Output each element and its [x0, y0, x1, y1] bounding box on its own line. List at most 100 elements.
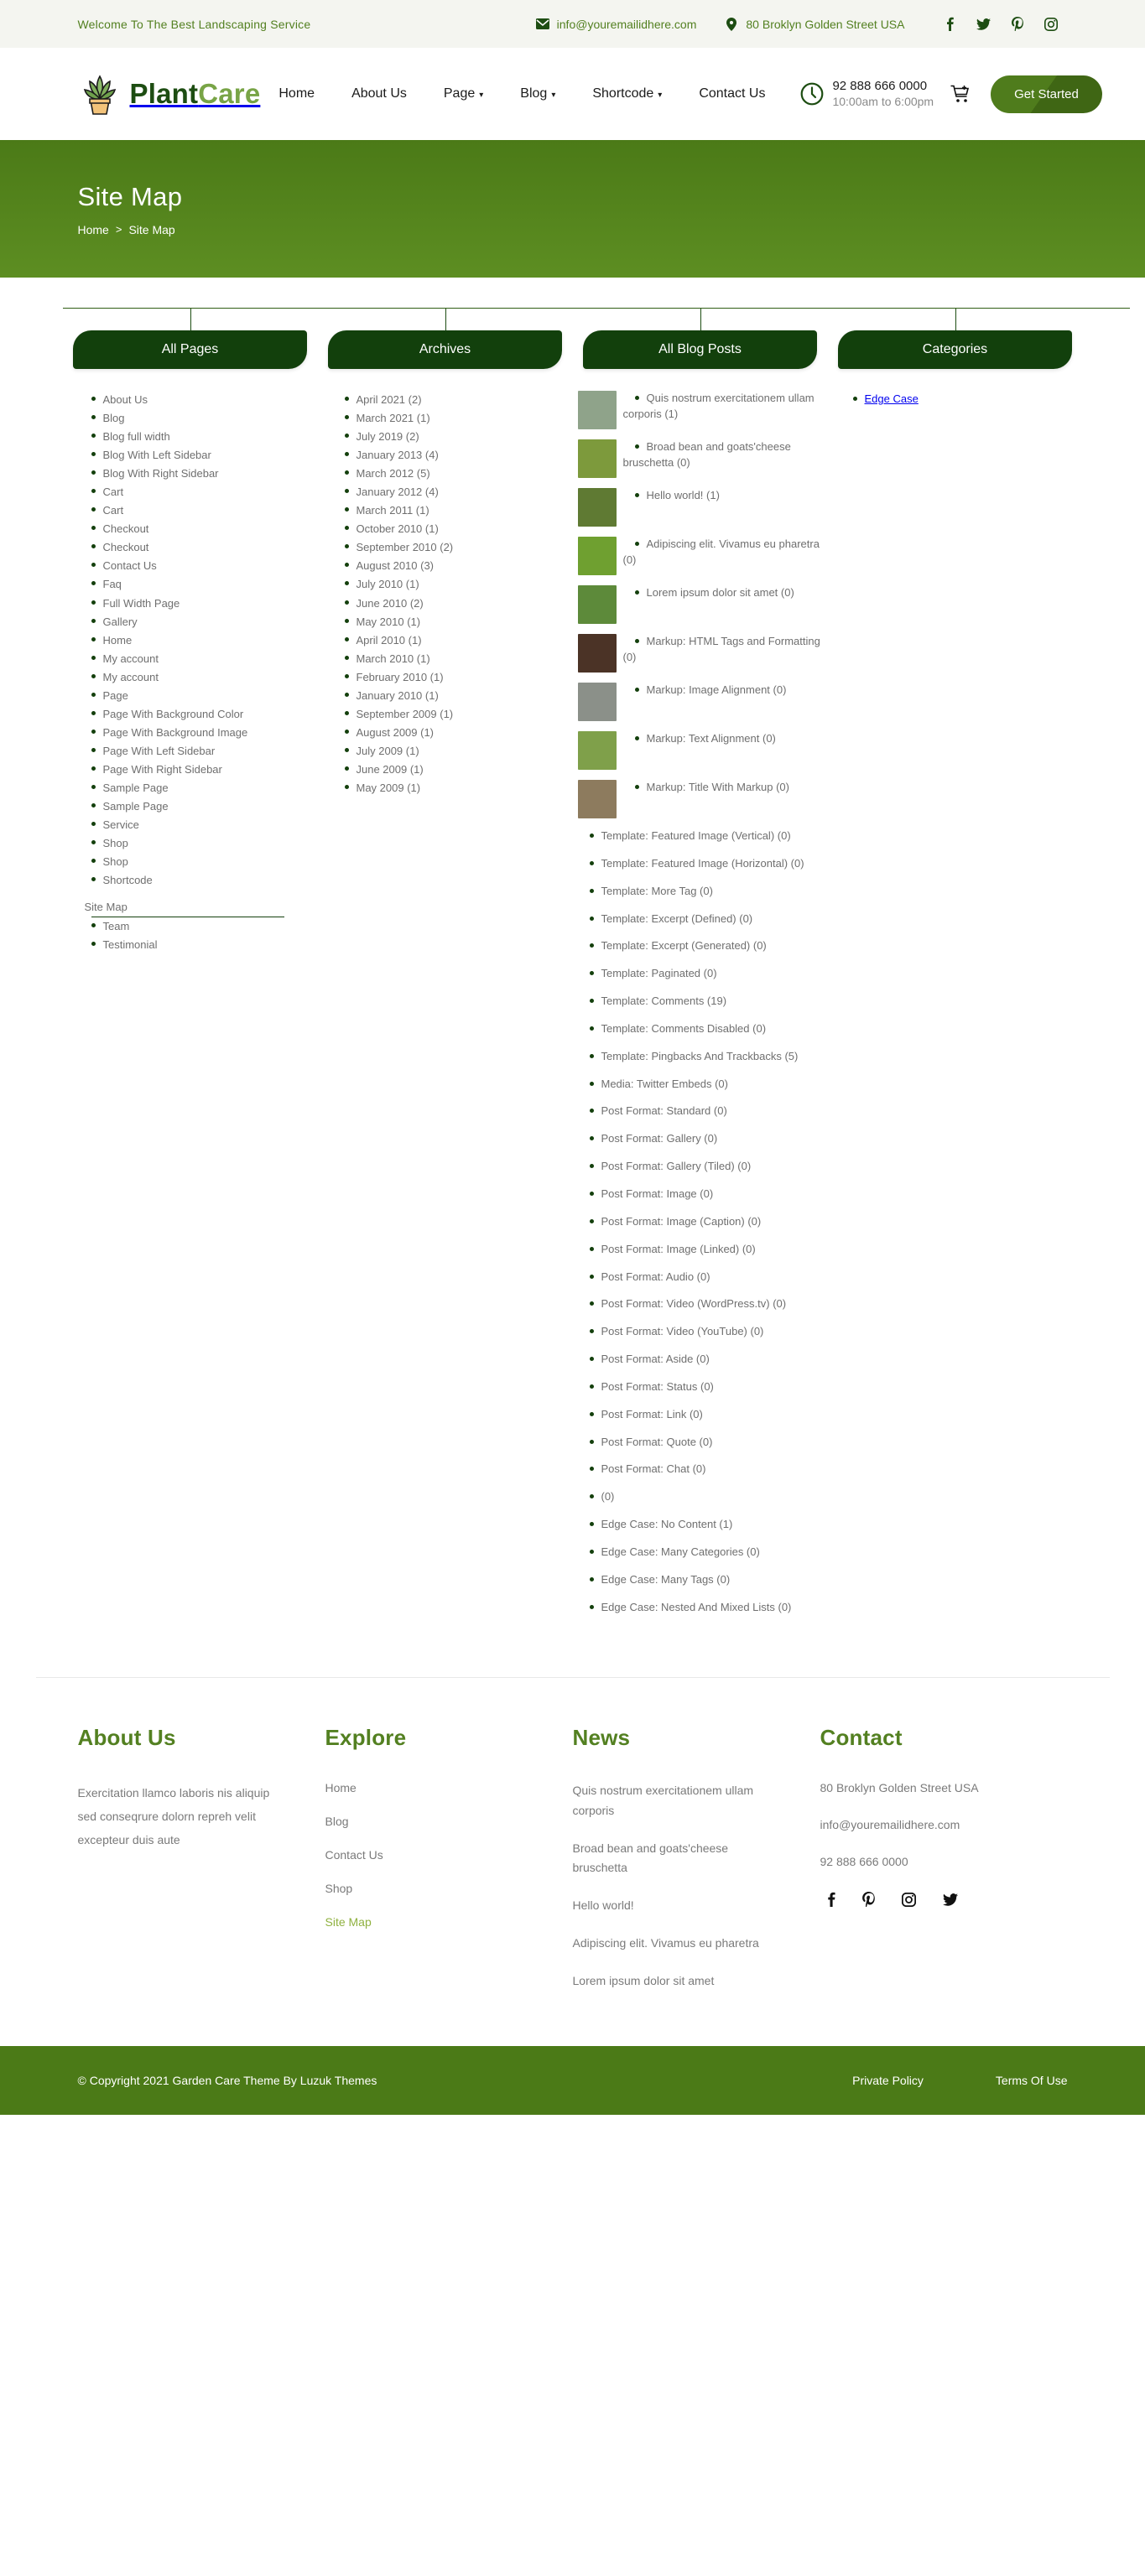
post-title[interactable]: (0) [578, 1490, 615, 1503]
nav-item-home[interactable]: Home [278, 86, 315, 101]
post-title[interactable]: Lorem ipsum dolor sit amet (0) [623, 586, 794, 599]
topbar-email[interactable]: info@youremailidhere.com [535, 18, 696, 31]
post-title[interactable]: Post Format: Video (WordPress.tv) (0) [578, 1297, 787, 1310]
list-item-link[interactable]: April 2010 (1) [357, 634, 422, 647]
post-title[interactable]: Post Format: Standard (0) [578, 1104, 727, 1117]
post-title[interactable]: Media: Twitter Embeds (0) [578, 1078, 728, 1090]
post-title[interactable]: Broad bean and goats'cheese bruschetta (… [623, 440, 791, 469]
get-started-button[interactable]: Get Started [991, 75, 1102, 113]
list-item-link[interactable]: Shop [103, 837, 128, 849]
post-title[interactable]: Post Format: Link (0) [578, 1408, 703, 1420]
list-item-link[interactable]: August 2010 (3) [357, 559, 435, 572]
list-item-link[interactable]: Cart [103, 504, 124, 517]
list-item-link[interactable]: Sample Page [103, 782, 169, 794]
terms-of-use-link[interactable]: Terms Of Use [996, 2074, 1068, 2087]
post-title[interactable]: Template: Excerpt (Generated) (0) [578, 939, 767, 952]
list-item-link[interactable]: May 2009 (1) [357, 782, 421, 794]
list-item-link[interactable]: April 2021 (2) [357, 393, 422, 406]
list-item-link[interactable]: March 2011 (1) [357, 504, 429, 517]
post-title[interactable]: Markup: Text Alignment (0) [623, 732, 776, 745]
instagram-icon[interactable] [1034, 17, 1068, 31]
list-item-link[interactable]: July 2009 (1) [357, 745, 419, 757]
post-title[interactable]: Template: Featured Image (Horizontal) (0… [578, 857, 804, 870]
facebook-icon[interactable] [934, 17, 967, 31]
post-title[interactable]: Markup: Image Alignment (0) [623, 683, 787, 696]
list-item-link[interactable]: Page With Background Color [103, 708, 244, 720]
post-title[interactable]: Markup: Title With Markup (0) [623, 781, 790, 793]
list-item-link[interactable]: Full Width Page [103, 597, 180, 610]
footer-news-item[interactable]: Lorem ipsum dolor sit amet [573, 1971, 783, 1991]
list-item-link[interactable]: May 2010 (1) [357, 615, 421, 628]
footer-news-item[interactable]: Hello world! [573, 1896, 783, 1915]
cart-icon[interactable] [950, 85, 971, 103]
post-title[interactable]: Quis nostrum exercitationem ullam corpor… [623, 392, 815, 420]
post-title[interactable]: Template: Excerpt (Defined) (0) [578, 912, 753, 925]
footer-news-item[interactable]: Quis nostrum exercitationem ullam corpor… [573, 1781, 783, 1820]
list-item-link[interactable]: March 2010 (1) [357, 652, 430, 665]
list-item-link[interactable]: Home [103, 634, 133, 647]
post-title[interactable]: Post Format: Status (0) [578, 1380, 714, 1393]
list-item-link[interactable]: February 2010 (1) [357, 671, 444, 683]
post-title[interactable]: Template: Featured Image (Vertical) (0) [578, 829, 791, 842]
list-item-link[interactable]: Faq [103, 578, 122, 590]
footer-explore-link[interactable]: Home [325, 1781, 357, 1794]
list-item-link[interactable]: October 2010 (1) [357, 522, 439, 535]
footer-explore-link[interactable]: Site Map [325, 1915, 372, 1929]
list-item-link[interactable]: July 2010 (1) [357, 578, 419, 590]
breadcrumb-home[interactable]: Home [78, 223, 109, 236]
list-item-link[interactable]: Sample Page [103, 800, 169, 813]
list-item-link[interactable]: My account [103, 652, 159, 665]
list-item-link[interactable]: Blog [103, 412, 125, 424]
list-item-link[interactable]: Blog full width [103, 430, 170, 443]
post-title[interactable]: Template: Pingbacks And Trackbacks (5) [578, 1050, 799, 1062]
list-item-link[interactable]: Page With Right Sidebar [103, 763, 222, 776]
nav-item-shortcode[interactable]: Shortcode ▾ [592, 86, 662, 101]
nav-item-page[interactable]: Page ▾ [444, 86, 483, 101]
list-item-link[interactable]: Blog With Right Sidebar [103, 467, 219, 480]
post-title[interactable]: Edge Case: Nested And Mixed Lists (0) [578, 1601, 792, 1613]
post-title[interactable]: Post Format: Aside (0) [578, 1353, 710, 1365]
list-item-link[interactable]: January 2013 (4) [357, 449, 439, 461]
list-item-link[interactable]: July 2019 (2) [357, 430, 419, 443]
list-item-link[interactable]: Checkout [103, 522, 149, 535]
private-policy-link[interactable]: Private Policy [852, 2074, 924, 2087]
list-item-link[interactable]: My account [103, 671, 159, 683]
footer-news-item[interactable]: Broad bean and goats'cheese bruschetta [573, 1839, 783, 1877]
post-title[interactable]: Edge Case: No Content (1) [578, 1518, 733, 1530]
post-title[interactable]: Markup: HTML Tags and Formatting (0) [623, 635, 820, 663]
list-item-link[interactable]: Team [103, 920, 130, 932]
list-item-link[interactable]: Cart [103, 486, 124, 498]
post-title[interactable]: Post Format: Audio (0) [578, 1270, 710, 1283]
instagram-icon[interactable] [901, 1892, 916, 1907]
post-title[interactable]: Adipiscing elit. Vivamus eu pharetra (0) [623, 538, 820, 566]
list-item-link[interactable]: Page With Left Sidebar [103, 745, 216, 757]
post-title[interactable]: Template: More Tag (0) [578, 885, 713, 897]
post-title[interactable]: Template: Paginated (0) [578, 967, 717, 979]
facebook-icon[interactable] [827, 1892, 835, 1908]
list-item-link[interactable]: August 2009 (1) [357, 726, 435, 739]
list-item-link[interactable]: Gallery [103, 615, 138, 628]
list-item-link[interactable]: Checkout [103, 541, 149, 553]
pinterest-icon[interactable] [861, 1892, 875, 1908]
nav-item-contact-us[interactable]: Contact Us [699, 86, 765, 101]
list-item-link[interactable]: March 2012 (5) [357, 467, 430, 480]
post-title[interactable]: Template: Comments Disabled (0) [578, 1022, 767, 1035]
post-title[interactable]: Post Format: Image (0) [578, 1187, 714, 1200]
nav-item-blog[interactable]: Blog ▾ [520, 86, 555, 101]
post-title[interactable]: Hello world! (1) [623, 489, 720, 501]
topbar-address[interactable]: 80 Broklyn Golden Street USA [725, 17, 905, 31]
twitter-icon[interactable] [967, 18, 1001, 30]
list-item-link[interactable]: March 2021 (1) [357, 412, 430, 424]
list-item-link[interactable]: January 2010 (1) [357, 689, 439, 702]
pinterest-icon[interactable] [1001, 17, 1034, 31]
post-title[interactable]: Template: Comments (19) [578, 995, 727, 1007]
list-item-link[interactable]: June 2009 (1) [357, 763, 424, 776]
post-title[interactable]: Post Format: Quote (0) [578, 1436, 713, 1448]
list-item-link[interactable]: Testimonial [103, 938, 158, 951]
footer-explore-link[interactable]: Blog [325, 1815, 349, 1828]
list-item-link[interactable]: Edge Case [865, 392, 919, 405]
post-title[interactable]: Post Format: Image (Linked) (0) [578, 1243, 756, 1255]
post-title[interactable]: Post Format: Video (YouTube) (0) [578, 1325, 764, 1337]
header-phone-number[interactable]: 92 888 666 0000 [832, 79, 934, 95]
list-item-link[interactable]: January 2012 (4) [357, 486, 439, 498]
